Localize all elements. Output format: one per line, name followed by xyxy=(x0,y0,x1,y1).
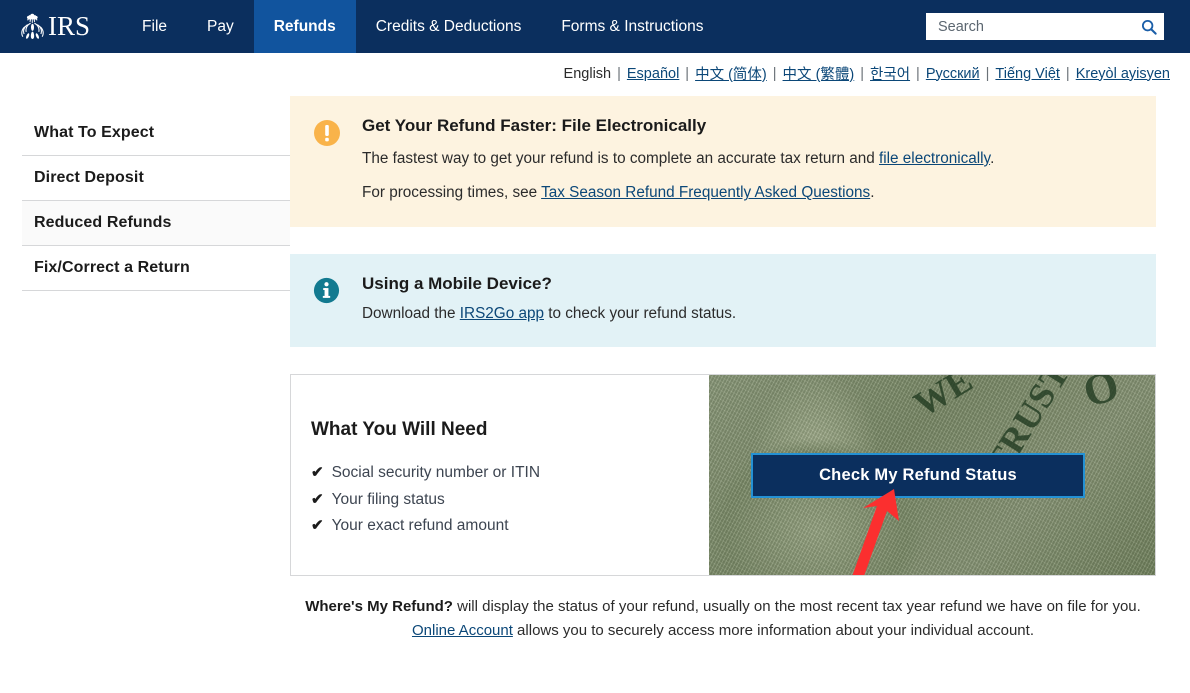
search-box[interactable] xyxy=(926,13,1164,40)
irs-logo-text: IRS xyxy=(48,11,91,41)
main-content: Get Your Refund Faster: File Electronica… xyxy=(290,96,1190,642)
language-link-espanol[interactable]: Español xyxy=(621,66,685,82)
alert-paragraph-1: The fastest way to get your refund is to… xyxy=(362,148,1134,170)
language-link-vietnamese[interactable]: Tiếng Việt xyxy=(989,66,1066,82)
card-left-panel: What You Will Need ✔ Social security numb… xyxy=(291,375,709,576)
irs-eagle-scales-logo-icon xyxy=(21,13,44,39)
language-link-chinese-traditional[interactable]: 中文 (繁體) xyxy=(777,63,861,84)
language-link-chinese-simplified[interactable]: 中文 (简体) xyxy=(689,63,773,84)
check-icon: ✔ xyxy=(311,464,324,482)
list-item: ✔ Social security number or ITIN xyxy=(311,463,709,483)
exclamation-circle-icon xyxy=(314,120,340,146)
tax-season-refund-faq-link[interactable]: Tax Season Refund Frequently Asked Quest… xyxy=(541,184,870,201)
main-nav: File Pay Refunds Credits & Deductions Fo… xyxy=(122,0,723,53)
alert-mobile-device: Using a Mobile Device? Download the IRS2… xyxy=(290,253,1156,348)
what-you-will-need-card: What You Will Need ✔ Social security numb… xyxy=(290,374,1156,577)
dollar-bill-capitol-photo: WE TRUST O Check My Refund Status xyxy=(709,375,1155,576)
page-body: What To Expect Direct Deposit Reduced Re… xyxy=(0,84,1190,642)
nav-item-refunds[interactable]: Refunds xyxy=(253,0,356,53)
irs-logo[interactable]: IRS xyxy=(0,0,104,53)
card-title: What You Will Need xyxy=(311,419,488,441)
list-item-label: Your exact refund amount xyxy=(331,516,509,534)
list-item-label: Social security number or ITIN xyxy=(331,464,541,482)
language-bar: English | Español | 中文 (简体) | 中文 (繁體) | … xyxy=(0,53,1190,84)
site-header: IRS File Pay Refunds Credits & Deduction… xyxy=(0,0,1190,53)
list-item-label: Your filing status xyxy=(331,490,445,508)
info-p-post: to check your refund status. xyxy=(543,304,737,322)
info-p-pre: Download the xyxy=(362,304,460,322)
nav-item-pay[interactable]: Pay xyxy=(187,0,254,53)
alert-body: Using a Mobile Device? Download the IRS2… xyxy=(362,274,1134,325)
alert-title: Get Your Refund Faster: File Electronica… xyxy=(362,116,707,135)
footnote-line-1: Where's My Refund? will display the stat… xyxy=(296,595,1150,618)
footnote-line-2: Online Account allows you to securely ac… xyxy=(296,619,1150,642)
language-current-english: English xyxy=(563,65,612,82)
check-icon: ✔ xyxy=(311,490,324,508)
nav-item-file[interactable]: File xyxy=(122,0,187,53)
sidebar-item-reduced-refunds[interactable]: Reduced Refunds xyxy=(22,201,290,246)
file-electronically-link[interactable]: file electronically xyxy=(879,150,990,167)
sidebar-item-direct-deposit[interactable]: Direct Deposit xyxy=(22,156,290,201)
footnote-line-1-rest: will display the status of your refund, … xyxy=(452,598,1141,616)
refund-footnote: Where's My Refund? will display the stat… xyxy=(290,595,1156,642)
irs2go-app-link[interactable]: IRS2Go app xyxy=(460,305,544,322)
alert-p2-post: . xyxy=(870,184,875,202)
footnote-line-2-rest: allows you to securely access more infor… xyxy=(512,621,1034,639)
sidebar-nav: What To Expect Direct Deposit Reduced Re… xyxy=(0,96,290,642)
alert-p1-post: . xyxy=(990,150,995,167)
search-icon[interactable] xyxy=(1140,18,1158,36)
list-item: ✔ Your exact refund amount xyxy=(311,516,709,536)
alert-paragraph: Download the IRS2Go app to check your re… xyxy=(362,303,1134,325)
requirements-list: ✔ Social security number or ITIN ✔ Your fi… xyxy=(311,463,709,535)
language-link-haitian-creole[interactable]: Kreyòl ayisyen xyxy=(1070,66,1176,82)
search-input[interactable] xyxy=(936,17,1140,36)
sidebar-item-what-to-expect[interactable]: What To Expect xyxy=(22,111,290,156)
alert-body: Get Your Refund Faster: File Electronica… xyxy=(362,116,1134,205)
alert-p2-pre: For processing times, see xyxy=(362,184,542,202)
check-my-refund-status-button[interactable]: Check My Refund Status xyxy=(751,453,1085,499)
nav-item-credits-deductions[interactable]: Credits & Deductions xyxy=(356,0,542,53)
alert-file-electronically: Get Your Refund Faster: File Electronica… xyxy=(290,96,1156,227)
sidebar-item-fix-correct-a-return[interactable]: Fix/Correct a Return xyxy=(22,246,290,291)
language-link-korean[interactable]: 한국어 xyxy=(864,63,916,84)
alert-p1-pre: The fastest way to get your refund is to… xyxy=(362,150,879,167)
info-circle-icon xyxy=(313,277,340,304)
alert-icon-wrap xyxy=(312,274,362,325)
alert-icon-wrap xyxy=(312,116,362,205)
nav-item-forms-instructions[interactable]: Forms & Instructions xyxy=(541,0,723,53)
alert-title: Using a Mobile Device? xyxy=(362,273,552,293)
online-account-link[interactable]: Online Account xyxy=(412,622,513,639)
check-icon: ✔ xyxy=(311,516,324,534)
wheres-my-refund-bold: Where's My Refund? xyxy=(305,598,453,616)
alert-paragraph-2: For processing times, see Tax Season Ref… xyxy=(362,182,1134,204)
list-item: ✔ Your filing status xyxy=(311,490,709,510)
language-link-russian[interactable]: Русский xyxy=(920,66,986,82)
